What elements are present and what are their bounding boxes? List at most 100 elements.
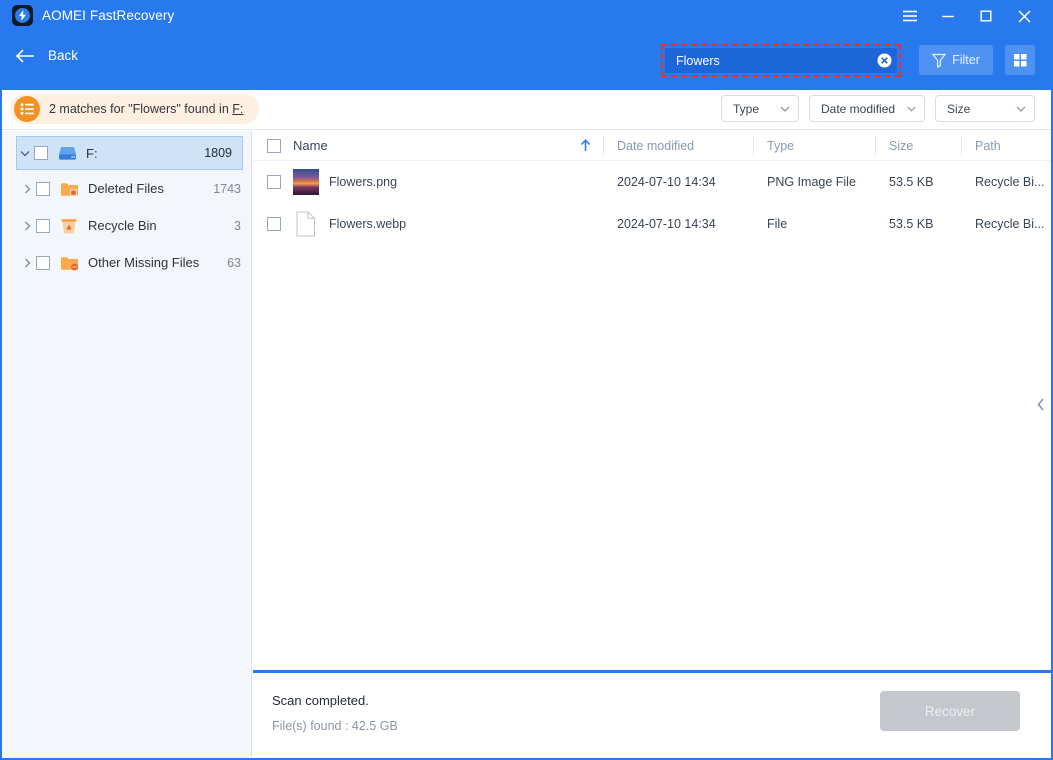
cell-path: Recycle Bi... <box>975 175 1045 189</box>
search-result-banner: 2 matches for "Flowers" found in F: <box>10 94 260 124</box>
table-row[interactable]: Flowers.webp 2024-07-10 14:34 File 53.5 … <box>253 203 1051 245</box>
banner-location[interactable]: F: <box>232 102 243 116</box>
list-badge-icon <box>14 96 40 122</box>
sidebar-item-count: 1809 <box>204 146 232 160</box>
column-label: Size <box>889 138 914 153</box>
column-header-name[interactable]: Name <box>293 131 580 161</box>
sidebar-checkbox[interactable] <box>36 181 50 196</box>
cell-date-modified: 2024-07-10 14:34 <box>617 175 716 189</box>
app-identity: AOMEI FastRecovery <box>12 5 174 26</box>
cell-path: Recycle Bi... <box>975 217 1045 231</box>
recover-button[interactable]: Recover <box>880 691 1020 731</box>
sidebar-item-count: 63 <box>227 255 241 270</box>
title-bar: AOMEI FastRecovery Back Flowers Filter <box>2 0 1051 90</box>
sidebar-item-count: 3 <box>234 218 241 233</box>
results-toolbar: 2 matches for "Flowers" found in F: Type… <box>2 90 1051 130</box>
status-footer: Scan completed. File(s) found : 42.5 GB … <box>253 670 1051 758</box>
chevron-right-icon[interactable] <box>18 184 36 194</box>
panel-toggle-button[interactable] <box>1033 391 1049 417</box>
banner-prefix: 2 matches for "Flowers" found in <box>49 102 233 116</box>
arrow-left-icon <box>16 48 34 63</box>
sidebar-item-label: Other Missing Files <box>88 255 200 270</box>
sidebar-item-deleted-files[interactable]: Deleted Files 1743 <box>2 170 251 207</box>
cell-date-modified: 2024-07-10 14:34 <box>617 217 716 231</box>
cell-type: PNG Image File <box>767 175 856 189</box>
dropdown-date-modified[interactable]: Date modified <box>809 95 925 122</box>
chevron-right-icon[interactable] <box>18 221 36 231</box>
search-highlight-box <box>661 44 901 77</box>
sidebar-item-label: Deleted Files <box>88 181 164 196</box>
select-all-checkbox[interactable] <box>267 138 281 153</box>
application-window: AOMEI FastRecovery Back Flowers Filter 2… <box>0 0 1053 760</box>
column-header-path[interactable]: Path <box>961 131 1051 161</box>
sidebar-checkbox[interactable] <box>36 255 50 270</box>
close-icon[interactable] <box>1005 2 1043 30</box>
missing-folder-icon <box>59 255 79 271</box>
sidebar-tree: F: 1809 Deleted Files 1743 Recycle Bin 3 <box>2 131 252 758</box>
chevron-down-icon <box>780 106 790 112</box>
table-header: Name Date modified Type Size Path <box>253 131 1051 161</box>
dropdown-type-label: Type <box>733 101 760 116</box>
arrow-up-icon[interactable] <box>580 139 591 152</box>
table-row[interactable]: Flowers.png 2024-07-10 14:34 PNG Image F… <box>253 161 1051 203</box>
sidebar-checkbox[interactable] <box>34 146 48 160</box>
dropdown-size[interactable]: Size <box>935 95 1035 122</box>
back-label: Back <box>48 48 79 63</box>
cell-type: File <box>767 217 788 231</box>
row-checkbox[interactable] <box>267 175 281 189</box>
chevron-down-icon <box>1016 106 1026 112</box>
filter-label: Filter <box>952 53 980 67</box>
column-header-date-modified[interactable]: Date modified <box>603 131 753 161</box>
sidebar-item-drive-f[interactable]: F: 1809 <box>16 136 243 170</box>
dropdown-size-label: Size <box>947 101 971 116</box>
lightning-bolt-icon <box>12 5 33 26</box>
app-title: AOMEI FastRecovery <box>42 8 175 23</box>
clear-circle-icon[interactable] <box>871 48 897 73</box>
chevron-right-icon[interactable] <box>18 258 36 268</box>
cell-size: 53.5 KB <box>889 175 934 189</box>
sidebar-item-recycle-bin[interactable]: Recycle Bin 3 <box>2 207 251 244</box>
status-text-group: Scan completed. File(s) found : 42.5 GB <box>272 693 398 733</box>
column-header-size[interactable]: Size <box>875 131 961 161</box>
column-header-type[interactable]: Type <box>753 131 875 161</box>
chevron-down-icon <box>907 106 916 112</box>
sidebar-item-label: F: <box>86 145 98 161</box>
search-input[interactable] <box>665 53 871 68</box>
file-results-panel: Name Date modified Type Size Path Flower… <box>253 131 1051 758</box>
dropdown-date-label: Date modified <box>821 101 896 116</box>
grid-view-button[interactable] <box>1005 45 1035 75</box>
files-found-detail: File(s) found : 42.5 GB <box>272 719 398 733</box>
chevron-down-icon[interactable] <box>16 150 34 157</box>
image-thumbnail <box>293 169 319 195</box>
generic-file-icon <box>293 211 319 237</box>
cell-size: 53.5 KB <box>889 217 934 231</box>
chevron-left-icon <box>1037 398 1044 410</box>
column-label: Path <box>975 138 1001 153</box>
sidebar-item-count: 1743 <box>213 181 241 196</box>
scan-status: Scan completed. <box>272 693 369 708</box>
filter-button[interactable]: Filter <box>919 45 993 75</box>
banner-text: 2 matches for "Flowers" found in F: <box>49 102 243 116</box>
window-controls <box>891 2 1043 30</box>
row-checkbox[interactable] <box>267 217 281 231</box>
funnel-icon <box>932 53 947 68</box>
cell-name: Flowers.webp <box>329 217 407 231</box>
deleted-folder-icon <box>59 181 79 197</box>
search-box[interactable] <box>665 48 897 73</box>
cell-name: Flowers.png <box>329 175 398 189</box>
sidebar-item-other-missing-files[interactable]: Other Missing Files 63 <box>2 244 251 281</box>
hard-drive-icon <box>57 146 77 161</box>
grid-view-icon <box>1013 53 1027 67</box>
back-button[interactable]: Back <box>16 48 78 63</box>
hamburger-menu-icon[interactable] <box>891 2 929 30</box>
recycle-bin-icon <box>59 218 79 234</box>
maximize-icon[interactable] <box>967 2 1005 30</box>
column-label: Date modified <box>617 138 695 153</box>
sidebar-item-label: Recycle Bin <box>88 218 157 233</box>
dropdown-type[interactable]: Type <box>721 95 799 122</box>
filter-dropdowns: Type Date modified Size <box>721 95 1035 122</box>
column-label: Name <box>293 138 328 153</box>
column-label: Type <box>767 138 795 153</box>
sidebar-checkbox[interactable] <box>36 218 50 233</box>
minimize-icon[interactable] <box>929 2 967 30</box>
